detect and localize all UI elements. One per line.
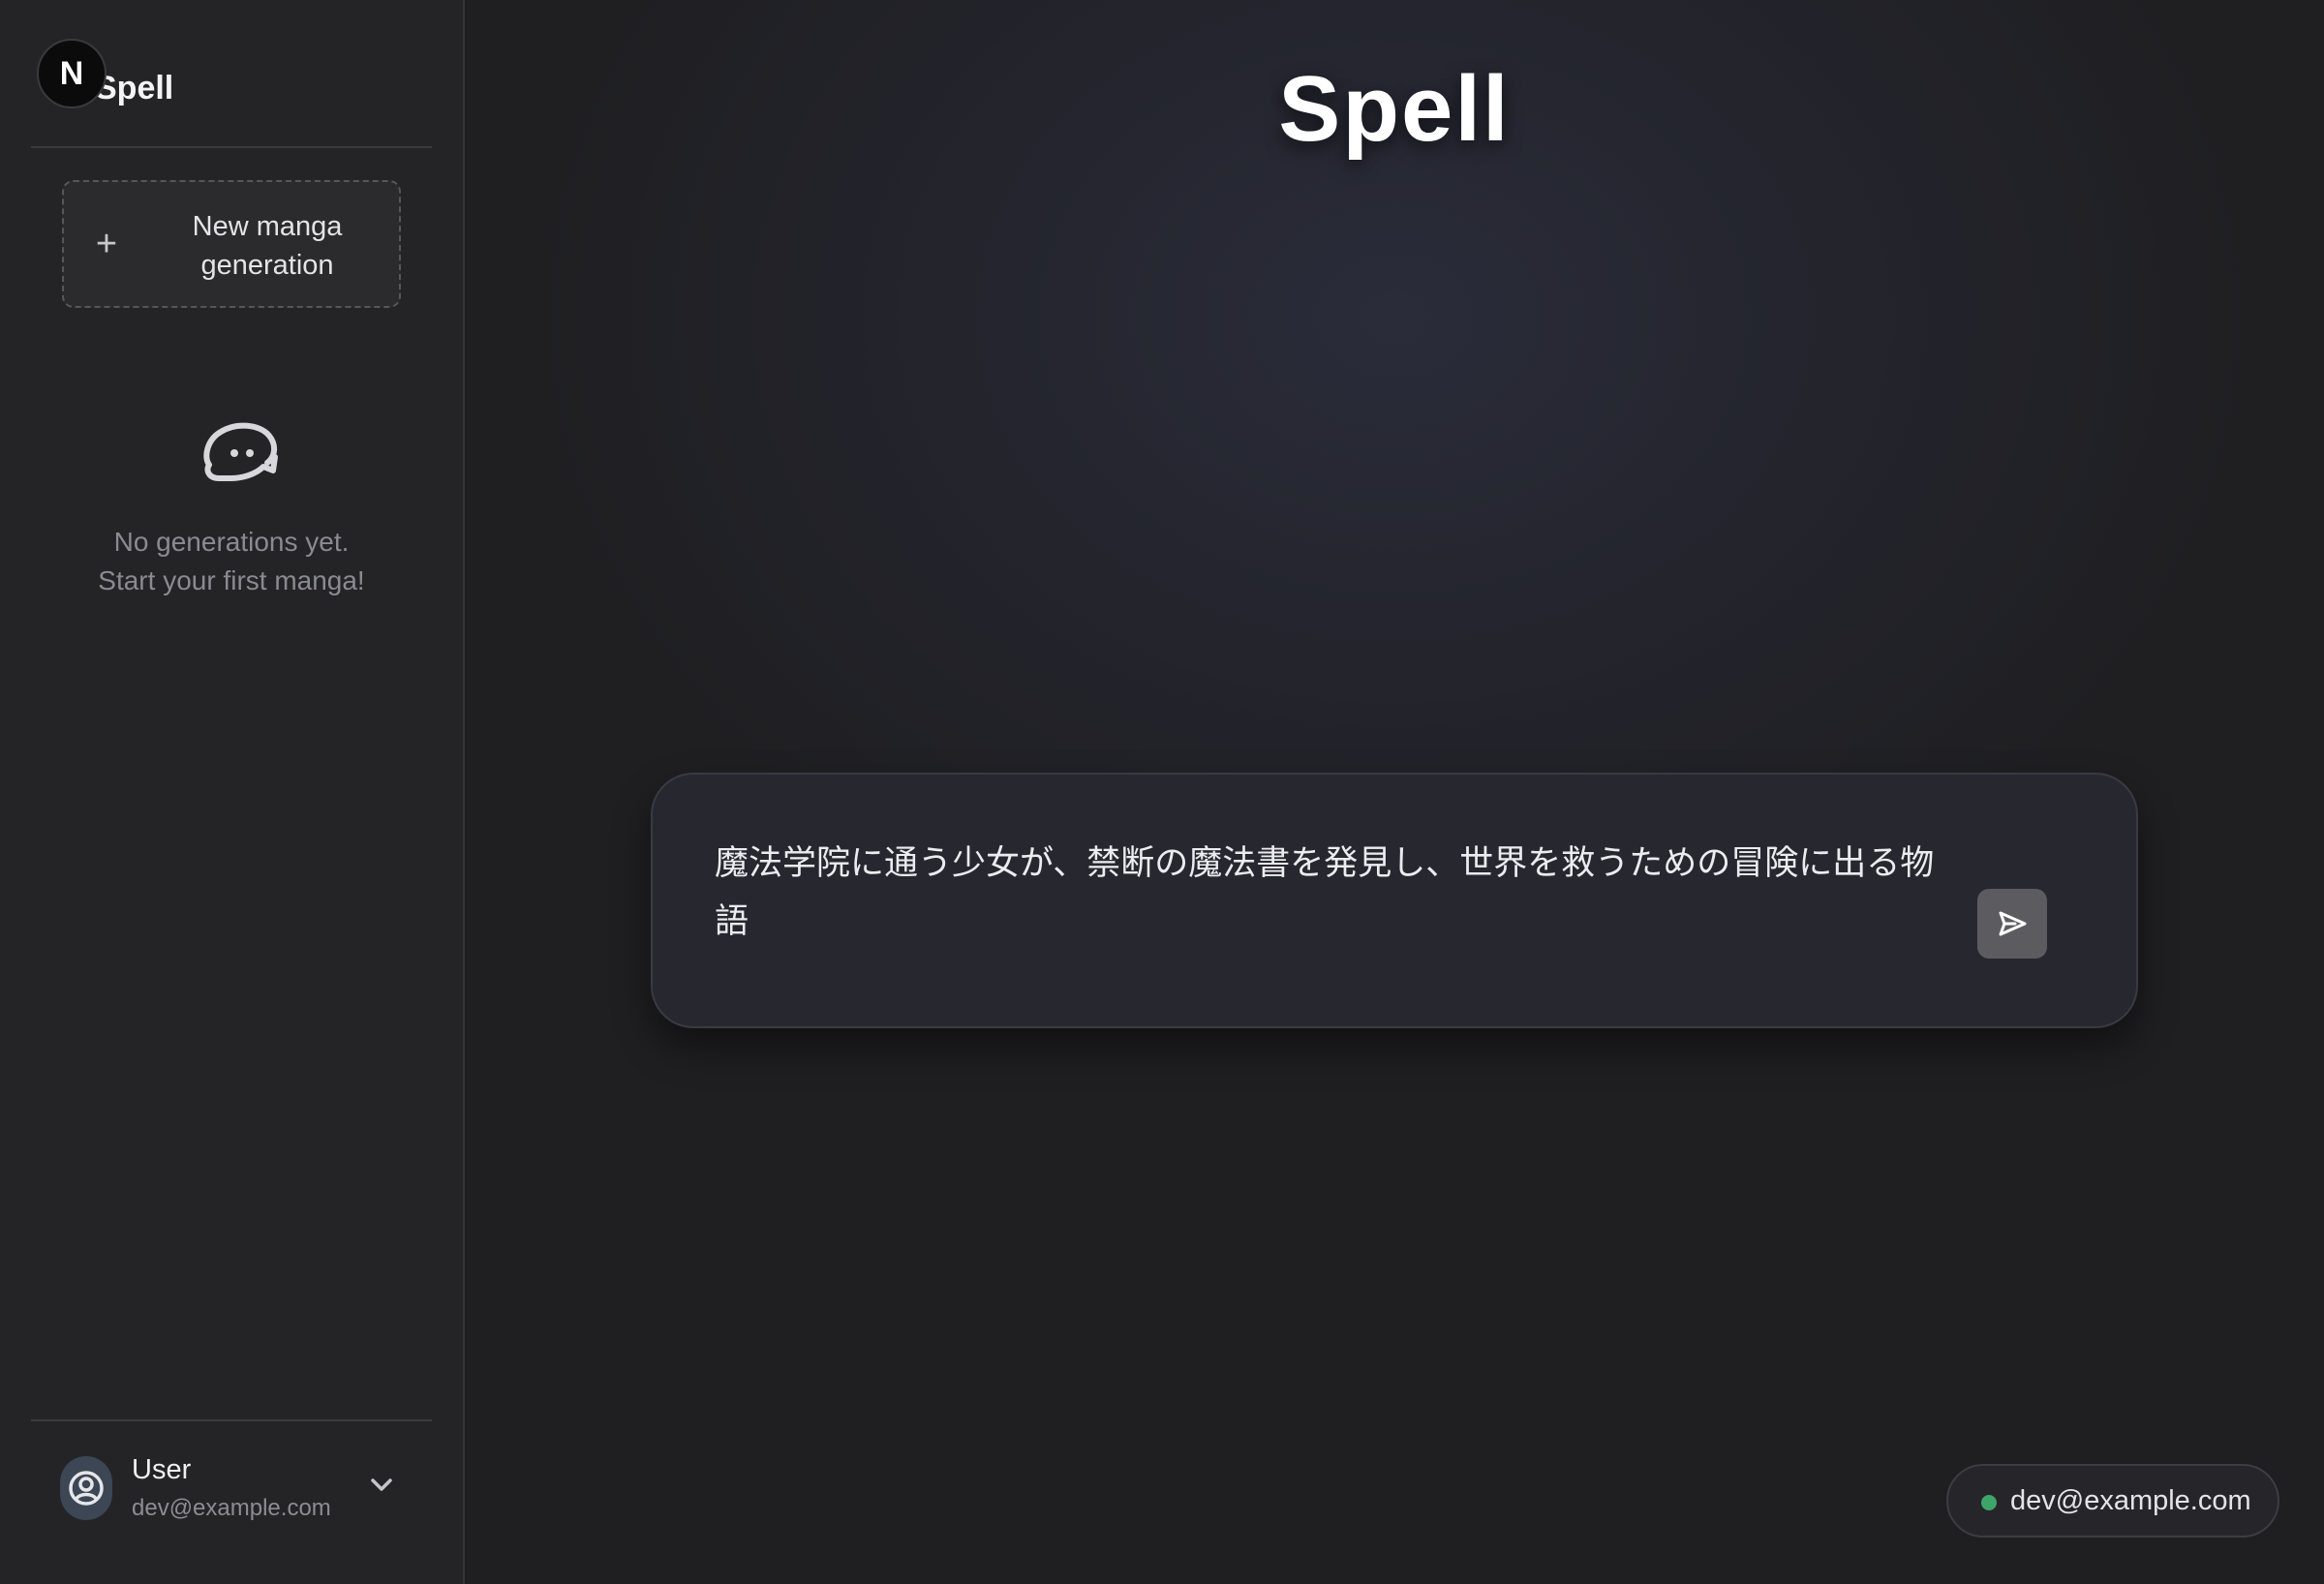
brand-title: Spell	[95, 70, 174, 107]
sidebar-header: Spell N	[31, 0, 432, 148]
empty-state-text: No generations yet. Start your first man…	[31, 523, 432, 600]
user-circle-icon	[60, 1456, 112, 1520]
user-menu[interactable]: User dev@example.com	[31, 1419, 432, 1584]
chat-bubble-face-icon	[203, 422, 278, 481]
send-button[interactable]	[1977, 889, 2047, 959]
new-manga-generation-button[interactable]: + New manga generation	[62, 180, 401, 308]
brand-badge[interactable]: N	[37, 39, 107, 108]
empty-state-line2: Start your first manga!	[98, 565, 365, 595]
status-dot	[1981, 1495, 1997, 1510]
chevron-down-icon[interactable]	[364, 1468, 399, 1503]
plus-icon: +	[95, 224, 118, 264]
page-title: Spell	[1278, 57, 1511, 161]
sidebar: Spell N + New manga generation No genera…	[0, 0, 465, 1584]
user-name: User	[132, 1454, 192, 1485]
main-area: Spell 魔法学院に通う少女が、禁断の魔法書を発見し、世界を救うための冒険に出…	[465, 0, 2324, 1584]
account-status-pill: dev@example.com	[1946, 1464, 2279, 1538]
send-icon	[1999, 911, 2027, 936]
prompt-input[interactable]: 魔法学院に通う少女が、禁断の魔法書を発見し、世界を救うための冒険に出る物語	[715, 835, 1954, 951]
user-email: dev@example.com	[132, 1495, 331, 1521]
app-root: Spell N + New manga generation No genera…	[0, 0, 2324, 1584]
empty-state-line1: No generations yet.	[113, 527, 350, 557]
status-email: dev@example.com	[2010, 1485, 2251, 1516]
prompt-input-box[interactable]: 魔法学院に通う少女が、禁断の魔法書を発見し、世界を救うための冒険に出る物語	[651, 773, 2138, 1028]
new-manga-generation-label: New manga generation	[192, 211, 343, 281]
